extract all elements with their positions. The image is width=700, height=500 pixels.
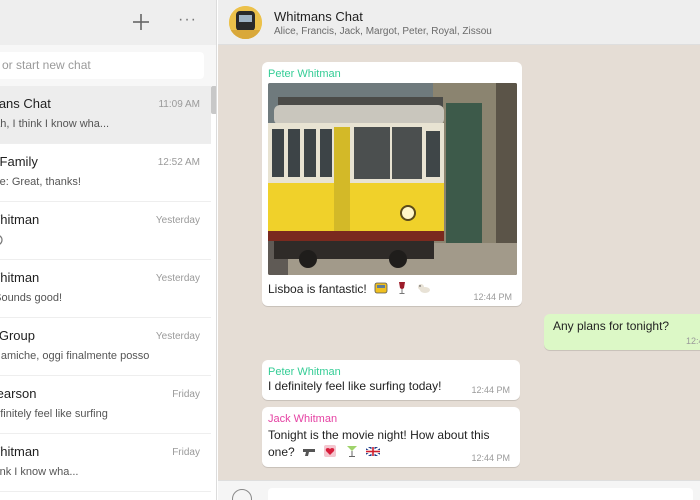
chat-time: Yesterday [155,215,200,226]
chat-list-panel: ··· or start new chat mans Chat 11:09 AM… [0,0,217,500]
chat-name: mans Chat [0,96,51,111]
left-header: ··· [0,0,216,45]
chat-list-item[interactable]: Whitman Yesterday [0,202,211,260]
chat-time: Yesterday [155,273,200,284]
heart-emoji [324,445,337,457]
dog-emoji [417,284,430,293]
message-sender: Peter Whitman [268,366,341,378]
chat-preview: think I know wha... [0,466,79,478]
chat-list-item[interactable]: Whitman Friday think I know wha... [0,434,211,492]
pistol-emoji [303,449,316,456]
message-text: Lisboa is fantastic! [268,281,431,298]
message-input[interactable] [268,488,693,500]
cocktail-emoji [346,446,357,457]
chat-time: 11:09 AM [158,99,200,110]
message-time: 12:4 [686,336,700,346]
chat-name: Whitman [0,270,40,285]
chat-list-item[interactable]: rt Family 12:52 AM eve: Great, thanks! [0,144,211,202]
chat-name: rt Family [0,154,38,169]
chat-time: Yesterday [155,331,200,342]
chat-time: Friday [172,447,200,458]
chat-time: Friday [172,389,200,400]
emoji-icon[interactable] [232,489,252,500]
chat-preview: : Sounds good! [0,292,63,304]
message-time: 12:44 PM [471,385,510,395]
message-time: 12:44 PM [473,292,512,302]
conversation-members: Alice, Francis, Jack, Margot, Peter, Roy… [274,26,492,37]
wine-glass-emoji [399,282,406,294]
chat-list-item[interactable]: mans Chat 11:09 AM eah, I think I know w… [0,86,211,144]
chat-preview: re amiche, oggi finalmente posso [0,350,150,362]
scrollbar[interactable] [211,86,216,114]
search-bar: or start new chat [0,45,216,86]
chat-name: Pearson [0,386,37,401]
plus-icon[interactable] [131,12,151,32]
chat-name: Whitman [0,212,40,227]
tram-avatar-image [229,6,262,39]
message-text: one? [268,444,381,461]
conversation-panel: Whitmans Chat Alice, Francis, Jack, Marg… [218,0,700,500]
chat-name: n Group [0,328,35,343]
chat-list: mans Chat 11:09 AM eah, I think I know w… [0,86,211,500]
message-text: I definitely feel like surfing today! [268,379,442,393]
message-composer [218,480,700,500]
search-placeholder: or start new chat [2,58,91,72]
chat-name: Whitman [0,444,40,459]
message-sender: Peter Whitman [268,68,341,80]
message-text: Any plans for tonight? [553,319,670,333]
message-bubble[interactable]: Jack Whitman Tonight is the movie night!… [262,407,520,467]
conversation-header[interactable]: Whitmans Chat Alice, Francis, Jack, Marg… [218,0,700,45]
chat-list-item[interactable]: n Group Yesterday re amiche, oggi finalm… [0,318,211,376]
tram-photo[interactable] [268,83,517,275]
chat-preview: eve: Great, thanks! [0,176,81,188]
chat-time: 12:52 AM [157,157,200,168]
message-bubble-outgoing[interactable]: Any plans for tonight? 12:4 [544,314,700,350]
uk-flag-emoji [366,446,381,457]
chat-list-item[interactable]: Whitman Yesterday : Sounds good! [0,260,211,318]
chat-list-item[interactable]: Pearson Friday definitely feel like surf… [0,376,211,434]
message-sender: Jack Whitman [268,413,338,425]
message-time: 12:44 PM [471,453,510,463]
voice-message-icon [0,235,3,245]
message-bubble[interactable]: Peter Whitman Lisboa is fantastic! 12:44… [262,62,522,306]
message-bubble[interactable]: Peter Whitman I definitely feel like sur… [262,360,520,400]
tram-emoji [374,282,388,294]
conversation-title: Whitmans Chat [274,9,363,24]
message-text: Tonight is the movie night! How about th… [268,428,490,442]
chat-preview: definitely feel like surfing [0,408,108,420]
search-input[interactable]: or start new chat [0,52,204,79]
group-avatar[interactable] [229,6,262,39]
more-horizontal-icon[interactable]: ··· [178,12,198,30]
chat-preview: eah, I think I know wha... [0,118,110,130]
